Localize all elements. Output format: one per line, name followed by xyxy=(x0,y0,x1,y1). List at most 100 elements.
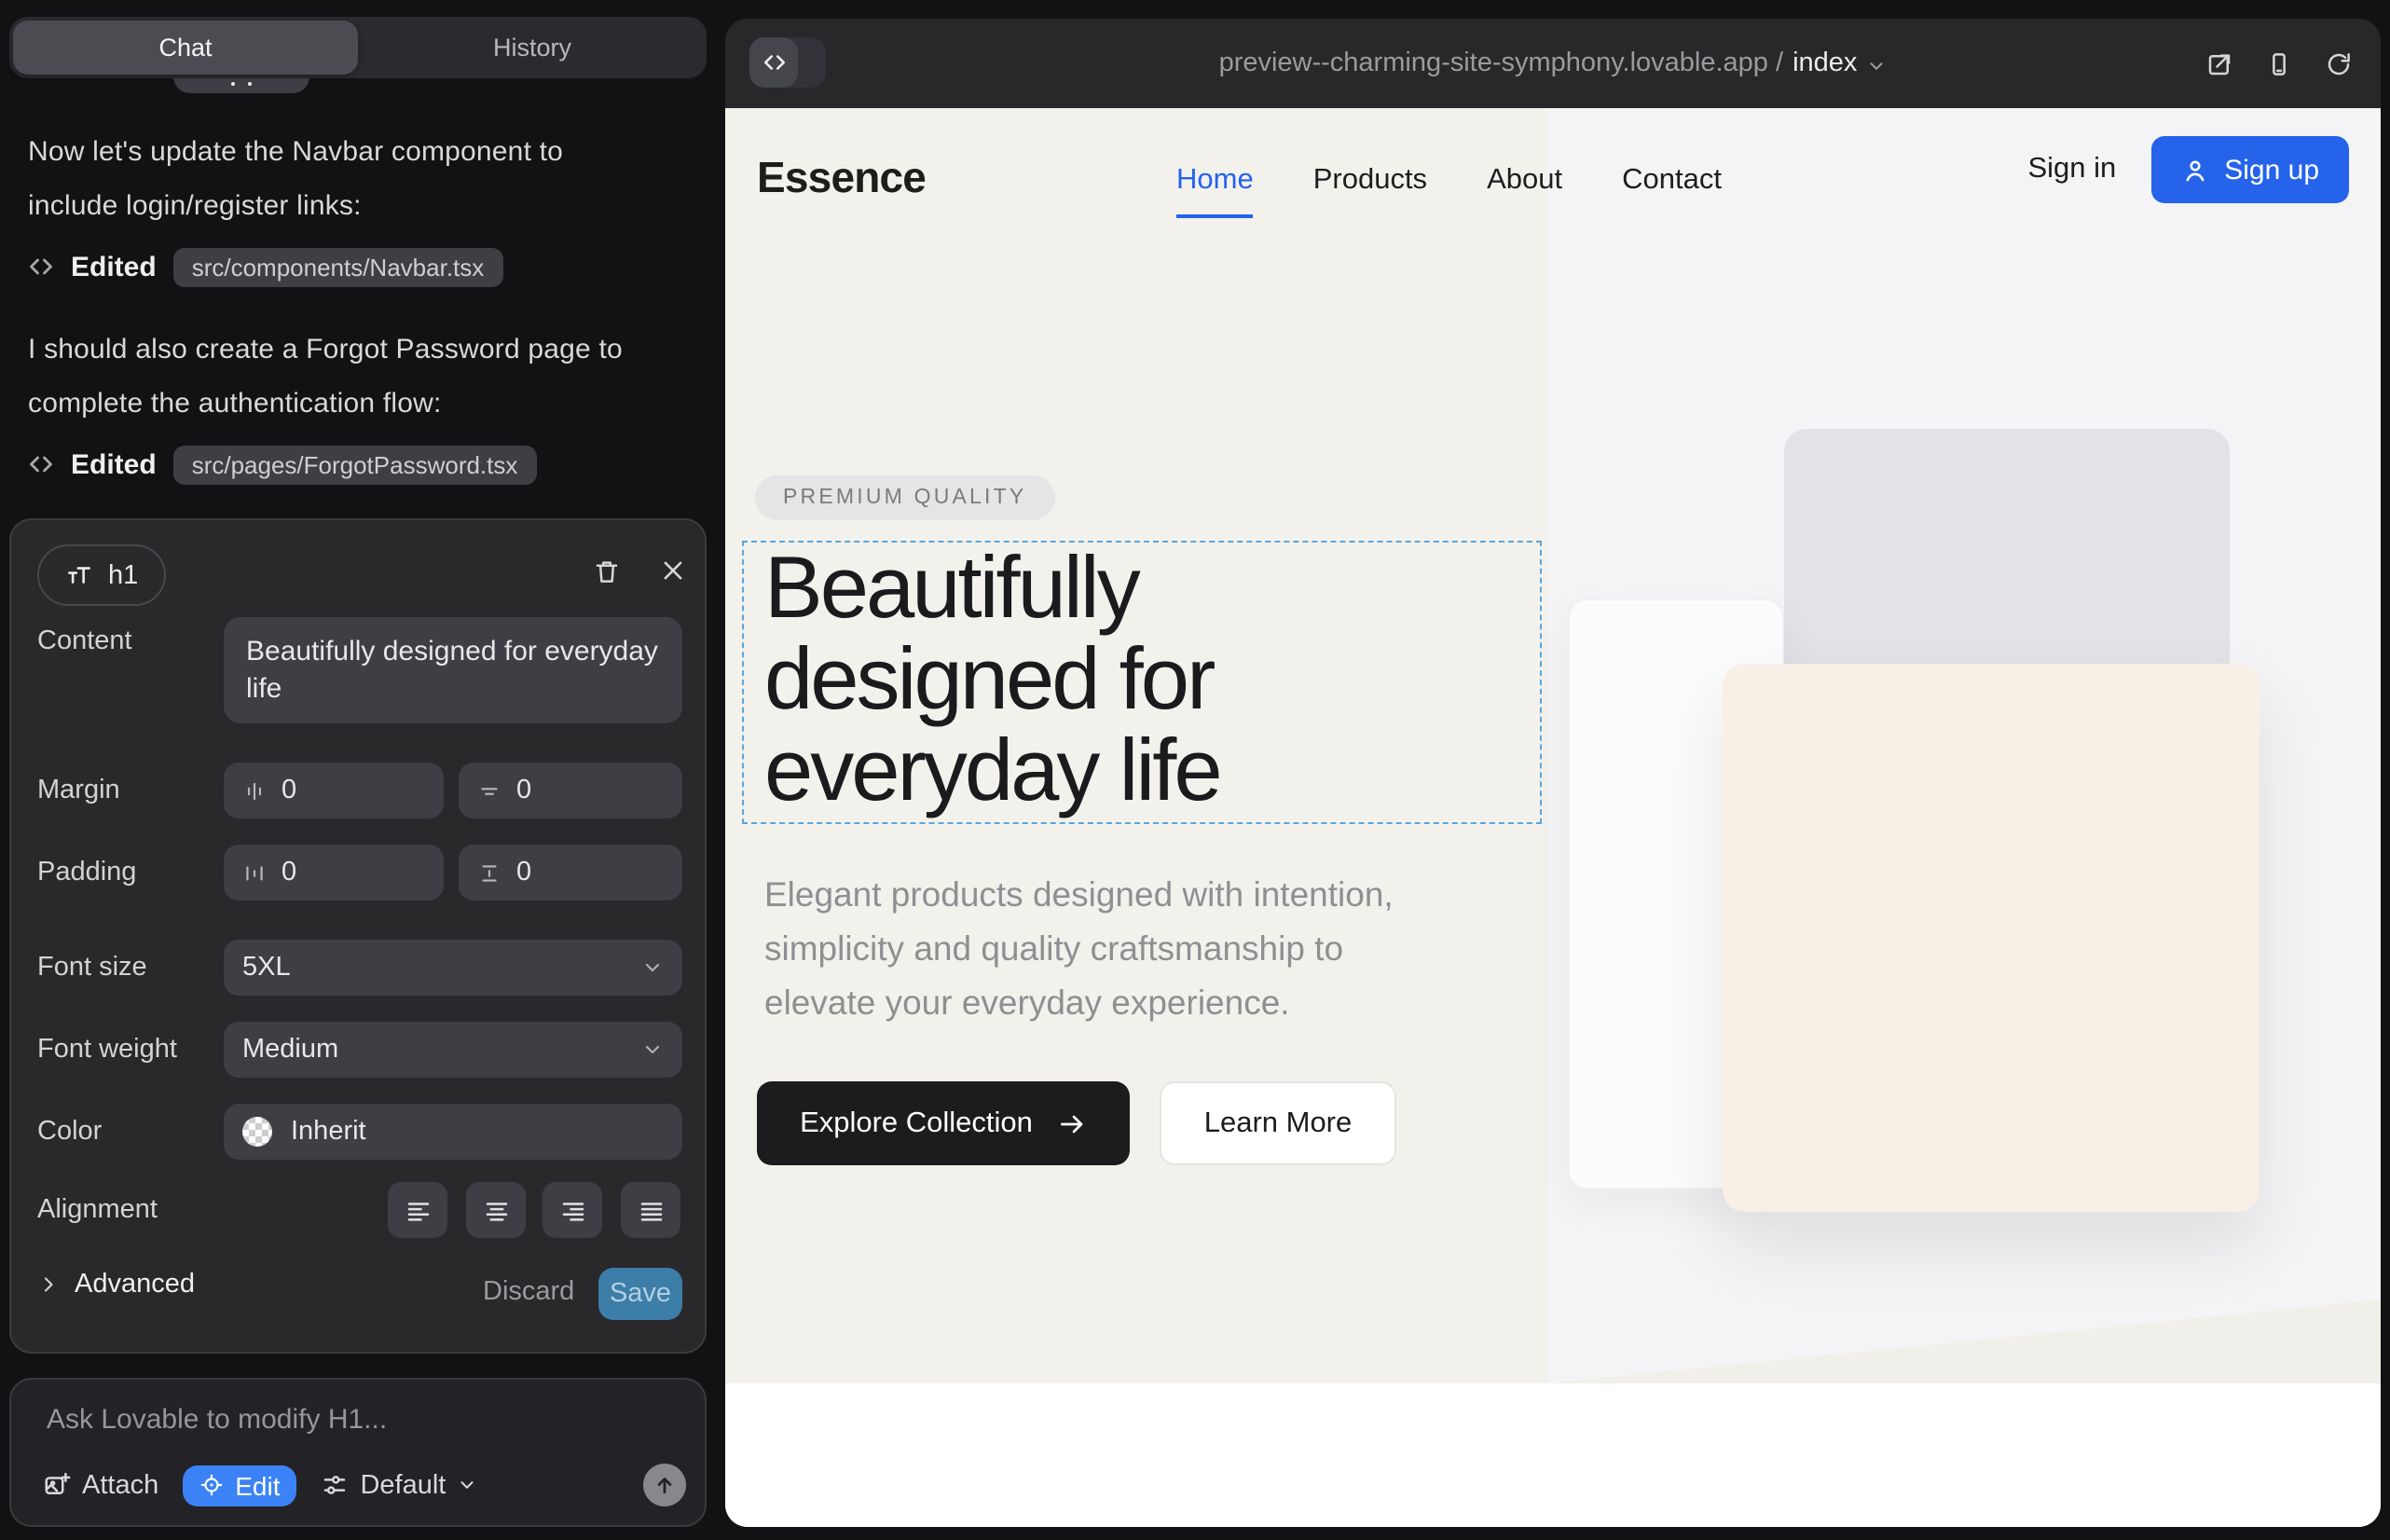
sign-in-link[interactable]: Sign in xyxy=(2027,153,2116,186)
save-button[interactable]: Save xyxy=(598,1268,682,1320)
padding-vertical-icon xyxy=(477,860,501,885)
font-weight-select[interactable]: Medium xyxy=(224,1022,682,1078)
align-right-icon xyxy=(558,1196,586,1224)
url-prefix: preview--charming-site-symphony.lovable.… xyxy=(1219,48,1784,78)
chat-sidebar: Chat History Now let's update the Navbar… xyxy=(0,0,725,1540)
margin-x-value: 0 xyxy=(282,776,296,805)
url-bar[interactable]: preview--charming-site-symphony.lovable.… xyxy=(725,19,2381,108)
hero-heading[interactable]: Beautifullydesigned foreveryday life xyxy=(764,541,1220,815)
discard-button[interactable]: Discard xyxy=(483,1277,574,1307)
explore-collection-button[interactable]: Explore Collection xyxy=(757,1081,1130,1165)
sliders-icon xyxy=(321,1471,349,1499)
font-weight-label: Font weight xyxy=(37,1035,177,1065)
learn-more-button[interactable]: Learn More xyxy=(1160,1081,1396,1165)
hero-paragraph: Elegant products designed with intention… xyxy=(764,867,1394,1029)
mobile-preview-icon[interactable] xyxy=(2265,49,2293,77)
premium-quality-badge: PREMIUM QUALITY xyxy=(755,475,1054,520)
sign-up-button[interactable]: Sign up xyxy=(2151,136,2349,203)
file-chip[interactable]: src/pages/ForgotPassword.tsx xyxy=(173,445,537,484)
user-icon xyxy=(2181,156,2209,184)
margin-y-field[interactable]: 0 xyxy=(459,763,682,818)
element-tag-label: h1 xyxy=(108,560,138,590)
margin-horizontal-icon xyxy=(242,778,267,803)
type-icon xyxy=(65,561,93,589)
margin-x-field[interactable]: 0 xyxy=(224,763,444,818)
code-icon xyxy=(28,254,54,280)
align-left-icon xyxy=(404,1196,432,1224)
url-page: index xyxy=(1792,48,1857,78)
font-weight-value: Medium xyxy=(242,1035,338,1065)
chat-message: I should also create a Forgot Password p… xyxy=(28,323,692,431)
padding-x-field[interactable]: 0 xyxy=(224,845,444,901)
file-chip[interactable]: src/components/Navbar.tsx xyxy=(173,247,503,286)
preview-browser-window: preview--charming-site-symphony.lovable.… xyxy=(725,19,2381,1527)
open-external-icon[interactable] xyxy=(2205,49,2233,77)
chevron-down-icon xyxy=(641,1038,664,1061)
refresh-icon[interactable] xyxy=(2325,49,2353,77)
sign-up-label: Sign up xyxy=(2224,154,2319,186)
decor-card-beige xyxy=(1723,664,2260,1212)
align-justify-button[interactable] xyxy=(621,1182,680,1238)
image-plus-icon xyxy=(43,1471,71,1499)
attach-button[interactable]: Attach xyxy=(43,1470,158,1500)
nav-link-contact[interactable]: Contact xyxy=(1622,164,1722,218)
padding-y-field[interactable]: 0 xyxy=(459,845,682,901)
element-editor-panel: h1 Content Beautifully designed for ever… xyxy=(9,518,707,1354)
sidebar-tabs: Chat History xyxy=(9,17,707,78)
composer-toolbar: Attach Edit Default xyxy=(43,1464,686,1506)
nav-link-products[interactable]: Products xyxy=(1313,164,1427,218)
align-center-icon xyxy=(482,1196,510,1224)
margin-y-value: 0 xyxy=(516,776,531,805)
font-size-label: Font size xyxy=(37,953,147,983)
browser-chrome: preview--charming-site-symphony.lovable.… xyxy=(725,19,2381,108)
nav-links: Home Products About Contact xyxy=(1176,164,1722,218)
align-left-button[interactable] xyxy=(388,1182,447,1238)
content-field[interactable]: Beautifully designed for everyday life xyxy=(224,617,682,723)
color-select[interactable]: Inherit xyxy=(224,1104,682,1160)
advanced-label: Advanced xyxy=(75,1270,195,1299)
align-justify-icon xyxy=(637,1196,665,1224)
site-navbar: Essence Home Products About Contact Sign… xyxy=(725,108,2381,231)
nav-link-about[interactable]: About xyxy=(1487,164,1562,218)
site-logo[interactable]: Essence xyxy=(757,153,926,203)
site-preview: Essence Home Products About Contact Sign… xyxy=(725,108,2381,1527)
edited-label: Edited xyxy=(71,251,157,282)
close-editor-button[interactable] xyxy=(660,557,686,584)
edited-label: Edited xyxy=(71,448,157,480)
arrow-up-icon xyxy=(652,1473,677,1497)
target-icon xyxy=(199,1473,224,1497)
browser-actions xyxy=(2205,19,2353,108)
padding-label: Padding xyxy=(37,858,136,887)
tab-history[interactable]: History xyxy=(358,17,707,78)
lovable-app: Chat History Now let's update the Navbar… xyxy=(0,0,2390,1540)
chevron-right-icon xyxy=(37,1273,60,1296)
color-value: Inherit xyxy=(291,1117,366,1147)
code-icon xyxy=(28,451,54,477)
advanced-toggle[interactable]: Advanced xyxy=(37,1270,195,1299)
arrow-right-icon xyxy=(1057,1108,1087,1138)
align-right-button[interactable] xyxy=(543,1182,602,1238)
chevron-down-icon xyxy=(457,1475,477,1495)
margin-label: Margin xyxy=(37,776,120,805)
edit-mode-pill[interactable]: Edit xyxy=(183,1464,296,1506)
delete-element-button[interactable] xyxy=(593,557,621,585)
margin-vertical-icon xyxy=(477,778,501,803)
mode-select[interactable]: Default xyxy=(321,1470,477,1500)
tab-chat[interactable]: Chat xyxy=(13,21,358,75)
attach-label: Attach xyxy=(82,1470,158,1500)
font-size-select[interactable]: 5XL xyxy=(224,940,682,996)
explore-collection-label: Explore Collection xyxy=(800,1107,1033,1140)
element-tag-pill[interactable]: h1 xyxy=(37,544,166,606)
content-label: Content xyxy=(37,626,132,656)
auth-actions: Sign in Sign up xyxy=(2027,136,2349,203)
chat-composer: Attach Edit Default xyxy=(9,1378,707,1527)
edited-file-row: Edited src/components/Navbar.tsx xyxy=(28,246,502,287)
composer-input[interactable] xyxy=(43,1402,666,1437)
send-button[interactable] xyxy=(643,1464,686,1506)
nav-link-home[interactable]: Home xyxy=(1176,164,1254,218)
padding-horizontal-icon xyxy=(242,860,267,885)
align-center-button[interactable] xyxy=(466,1182,526,1238)
padding-y-value: 0 xyxy=(516,858,531,887)
font-size-value: 5XL xyxy=(242,953,291,983)
mode-label: Default xyxy=(360,1470,446,1500)
